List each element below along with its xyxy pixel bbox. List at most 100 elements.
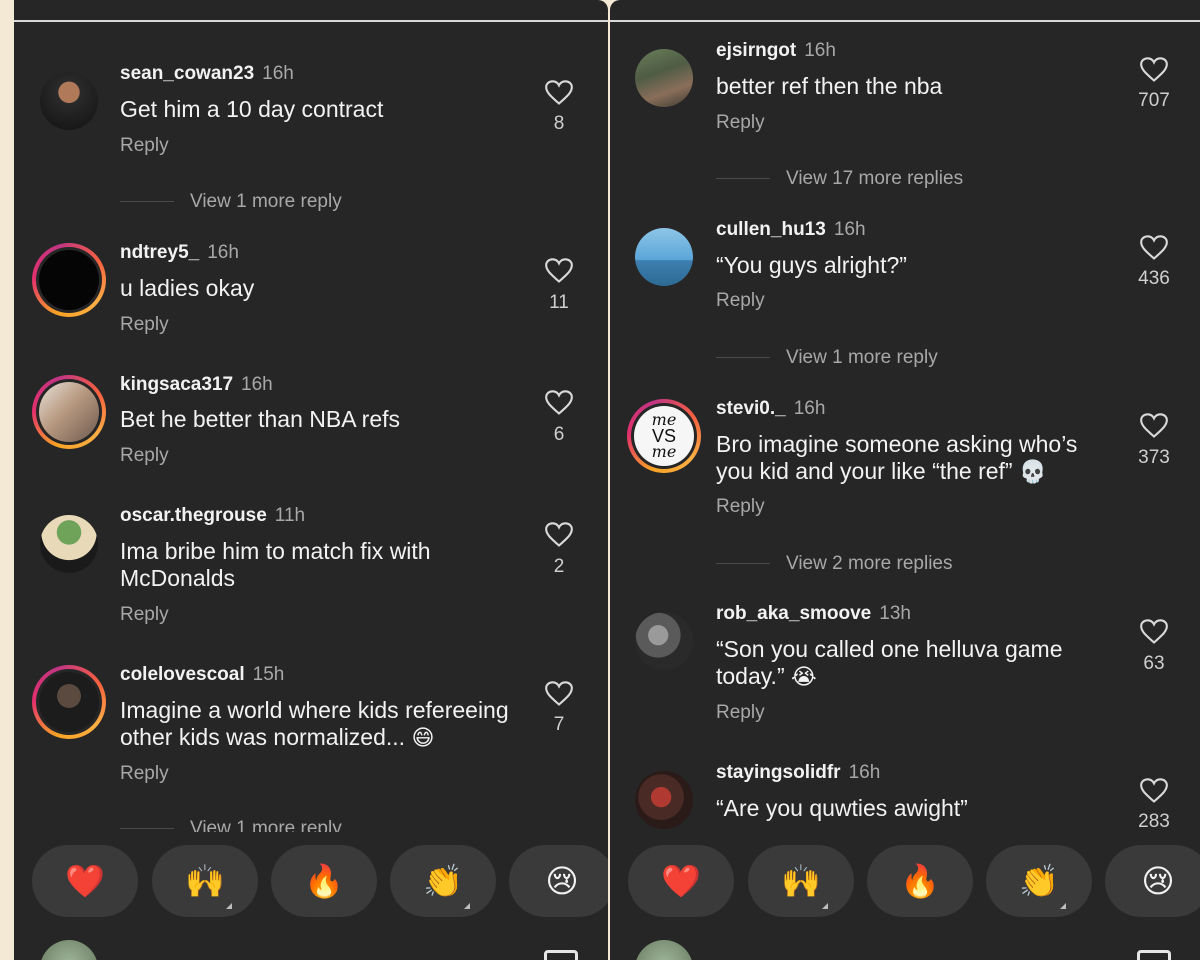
like-count: 11 [549, 292, 569, 313]
reply-button[interactable]: Reply [716, 496, 765, 518]
heart-icon[interactable] [1140, 778, 1168, 804]
reaction-bar: ❤️ 🙌 🔥 👏 😢 [610, 845, 1200, 917]
current-user-avatar[interactable] [40, 940, 98, 960]
avatar[interactable] [635, 612, 693, 670]
clapping-hands-reaction-button[interactable]: 👏 [986, 845, 1092, 917]
avatar[interactable] [40, 72, 98, 130]
heart-icon[interactable] [1140, 619, 1168, 645]
like-count: 7 [553, 714, 565, 735]
comment-text: “You guys alright?” [716, 252, 907, 278]
like-count: 8 [553, 113, 565, 134]
divider [716, 178, 770, 179]
crying-face-reaction-button[interactable]: 😢 [509, 845, 608, 917]
clapping-hands-icon: 👏 [423, 862, 463, 900]
crying-face-icon: 😢 [545, 862, 579, 900]
heart-icon: ❤️ [661, 862, 701, 900]
crying-face-icon: 😢 [1141, 862, 1175, 900]
comment-time: 16h [804, 40, 836, 61]
gif-sticker-icon[interactable] [544, 950, 578, 960]
heart-icon[interactable] [545, 390, 573, 416]
fire-reaction-button[interactable]: 🔥 [271, 845, 377, 917]
comment-username[interactable]: stayingsolidfr 16h [716, 762, 880, 784]
like-count: 63 [1143, 653, 1165, 674]
view-more-replies-button[interactable]: View 17 more replies [786, 168, 963, 190]
heart-reaction-button[interactable]: ❤️ [32, 845, 138, 917]
raising-hands-icon: 🙌 [781, 862, 821, 900]
divider [120, 201, 174, 202]
raising-hands-icon: 🙌 [185, 862, 225, 900]
comment-text: Ima bribe him to match fix with McDonald… [120, 538, 431, 591]
raising-hands-reaction-button[interactable]: 🙌 [152, 845, 258, 917]
heart-icon[interactable] [545, 681, 573, 707]
like-count: 2 [553, 556, 565, 577]
comment-time: 16h [848, 762, 881, 783]
comment-username[interactable]: colelovescoal 15h [120, 664, 284, 686]
view-more-replies-button[interactable]: View 1 more reply [786, 347, 938, 369]
divider [14, 20, 608, 22]
avatar[interactable]: me VS me [627, 399, 701, 473]
comment-username[interactable]: kingsaca317 16h [120, 374, 273, 396]
comment-text: Bet he better than NBA refs [120, 406, 400, 432]
reply-button[interactable]: Reply [716, 112, 765, 134]
reply-button[interactable]: Reply [120, 314, 169, 336]
heart-icon[interactable] [1140, 235, 1168, 261]
divider [120, 828, 174, 829]
heart-icon[interactable] [1140, 413, 1168, 439]
heart-icon[interactable] [545, 522, 573, 548]
comment-text: Get him a 10 day contract [120, 96, 384, 122]
divider [716, 563, 770, 564]
comment-text: better ref then the nba [716, 73, 943, 99]
raising-hands-reaction-button[interactable]: 🙌 [748, 845, 854, 917]
comment-time: 16h [262, 63, 294, 84]
like-count: 436 [1138, 268, 1170, 289]
comment-username[interactable]: stevi0._ 16h [716, 398, 825, 420]
avatar[interactable] [32, 243, 106, 317]
comment-text: “Son you called one helluva game today.”… [716, 636, 1063, 690]
reply-button[interactable]: Reply [120, 445, 169, 467]
reply-button[interactable]: Reply [120, 763, 169, 785]
heart-icon[interactable] [1140, 57, 1168, 83]
fire-icon: 🔥 [304, 862, 344, 900]
reaction-bar: ❤️ 🙌 🔥 👏 😢 [14, 845, 608, 917]
heart-reaction-button[interactable]: ❤️ [628, 845, 734, 917]
heart-icon[interactable] [545, 258, 573, 284]
comments-panel-left: sean_cowan23 16h Get him a 10 day contrac… [14, 0, 608, 960]
divider [716, 357, 770, 358]
comment-text: “Are you quwties awight” [716, 795, 968, 821]
like-count: 283 [1138, 811, 1170, 832]
gif-sticker-icon[interactable] [1137, 950, 1171, 960]
comment-username[interactable]: oscar.thegrouse 11h [120, 505, 305, 527]
reply-button[interactable]: Reply [120, 604, 169, 626]
comment-username[interactable]: ndtrey5_ 16h [120, 242, 239, 264]
comment-time: 16h [833, 219, 866, 240]
avatar[interactable] [32, 375, 106, 449]
comment-username[interactable]: ejsirngot 16h [716, 40, 836, 62]
heart-icon[interactable] [545, 80, 573, 106]
reply-button[interactable]: Reply [120, 135, 169, 157]
like-count: 707 [1138, 90, 1170, 111]
avatar[interactable] [32, 665, 106, 739]
comment-time: 16h [207, 242, 239, 263]
avatar[interactable] [635, 228, 693, 286]
fire-reaction-button[interactable]: 🔥 [867, 845, 973, 917]
view-more-replies-button[interactable]: View 2 more replies [786, 553, 953, 575]
like-count: 373 [1138, 447, 1170, 468]
comment-username[interactable]: sean_cowan23 16h [120, 63, 294, 85]
crying-face-reaction-button[interactable]: 😢 [1105, 845, 1200, 917]
clapping-hands-reaction-button[interactable]: 👏 [390, 845, 496, 917]
current-user-avatar[interactable] [635, 940, 693, 960]
view-more-replies-button[interactable]: View 1 more reply [190, 818, 342, 832]
avatar[interactable] [635, 771, 693, 829]
avatar[interactable] [40, 515, 98, 573]
heart-icon: ❤️ [65, 862, 105, 900]
view-more-replies-button[interactable]: View 1 more reply [190, 191, 342, 213]
comment-username[interactable]: rob_aka_smoove 13h [716, 603, 911, 625]
reply-button[interactable]: Reply [716, 290, 765, 312]
avatar[interactable] [635, 49, 693, 107]
reply-button[interactable]: Reply [716, 702, 765, 724]
fire-icon: 🔥 [900, 862, 940, 900]
comment-time: 13h [879, 603, 911, 624]
clapping-hands-icon: 👏 [1019, 862, 1059, 900]
comment-username[interactable]: cullen_hu13 16h [716, 219, 866, 241]
comments-panel-right: ejsirngot 16h better ref then the nba Rep… [610, 0, 1200, 960]
